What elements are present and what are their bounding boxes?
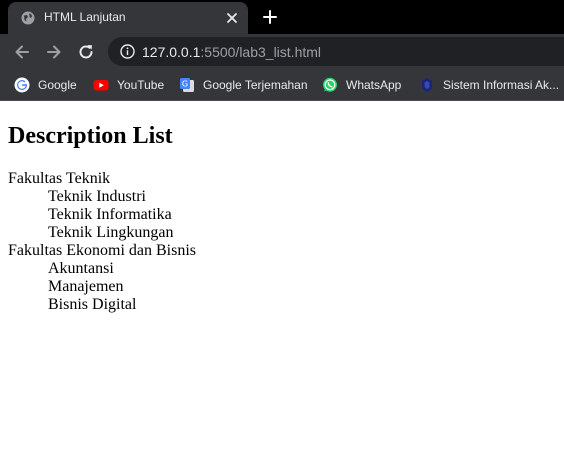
bookmark-label: Google Terjemahan: [203, 78, 308, 92]
bookmark-label: WhatsApp: [346, 78, 402, 92]
translate-icon: G: [180, 78, 194, 92]
tab-title: HTML Lanjutan: [44, 10, 126, 24]
browser-toolbar: 127.0.0.1:5500/lab3_list.html: [0, 34, 564, 69]
google-icon: [14, 77, 30, 93]
forward-arrow-icon[interactable]: [44, 42, 64, 62]
address-bar[interactable]: 127.0.0.1:5500/lab3_list.html: [108, 37, 564, 66]
description-item: Teknik Industri: [48, 188, 146, 205]
term-fakultas-ekonomi-bisnis: Fakultas Ekonomi dan Bisnis: [8, 242, 196, 259]
bookmarks-bar: Google YouTube G Google Terjemahan Whats…: [0, 69, 564, 101]
globe-icon: [21, 11, 35, 25]
description-item: Akuntansi: [48, 260, 114, 277]
back-arrow-icon[interactable]: [12, 42, 32, 62]
page-heading: Description List: [8, 123, 173, 149]
url-host: 127.0.0.1: [142, 44, 201, 60]
description-item: Manajemen: [48, 278, 124, 295]
description-item: Teknik Informatika: [48, 206, 172, 223]
description-item: Teknik Lingkungan: [48, 224, 174, 241]
description-item: Bisnis Digital: [48, 296, 137, 313]
university-icon: [422, 78, 432, 92]
bookmark-google-translate[interactable]: G Google Terjemahan: [179, 75, 308, 95]
page-content: Description List Fakultas Teknik Teknik …: [0, 101, 564, 449]
bookmark-label: Sistem Informasi Ak...: [443, 78, 560, 92]
bookmark-whatsapp[interactable]: WhatsApp: [322, 75, 401, 95]
bookmark-label: Google: [38, 78, 77, 92]
bookmark-label: YouTube: [117, 78, 165, 92]
svg-text:G: G: [182, 80, 188, 89]
bookmark-sistem-informasi[interactable]: Sistem Informasi Ak...: [419, 75, 559, 95]
whatsapp-icon: [323, 77, 337, 92]
youtube-icon: [93, 80, 109, 91]
new-tab-icon[interactable]: [262, 9, 278, 25]
bookmark-google[interactable]: Google: [14, 75, 77, 95]
term-fakultas-teknik: Fakultas Teknik: [8, 170, 111, 187]
browser-tab[interactable]: HTML Lanjutan: [8, 2, 248, 34]
description-list: Fakultas Teknik Teknik Industri Teknik I…: [8, 170, 196, 314]
info-icon[interactable]: [120, 44, 135, 59]
reload-icon[interactable]: [76, 42, 96, 62]
url-text[interactable]: 127.0.0.1:5500/lab3_list.html: [142, 44, 321, 60]
browser-titlebar: HTML Lanjutan: [0, 0, 564, 34]
close-icon[interactable]: [225, 11, 239, 25]
bookmark-youtube[interactable]: YouTube: [93, 75, 164, 95]
url-path: :5500/lab3_list.html: [200, 44, 322, 60]
